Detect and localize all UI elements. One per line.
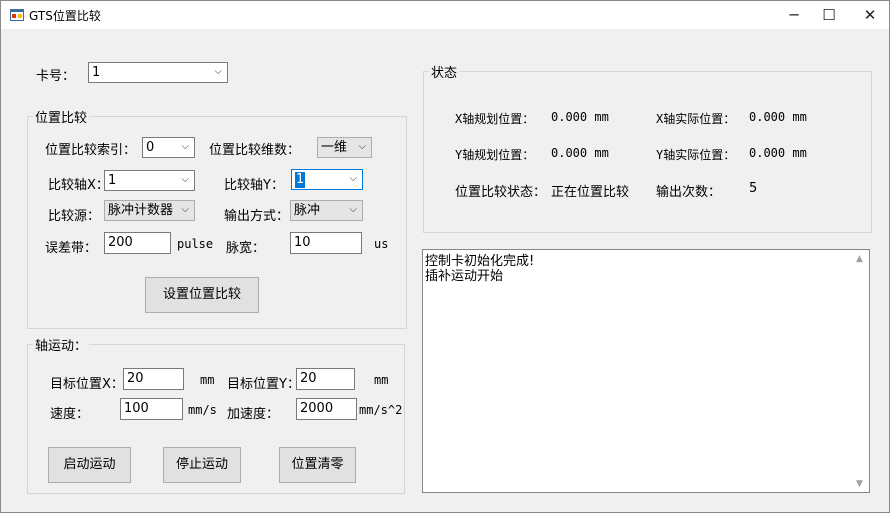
compare-output-value: 脉冲 bbox=[294, 203, 321, 218]
speed-input[interactable]: 100 bbox=[120, 398, 183, 420]
pulse-width-label: 脉宽： bbox=[226, 241, 266, 256]
target-y-unit: mm bbox=[374, 373, 389, 387]
error-band-input[interactable]: 200 bbox=[104, 232, 171, 254]
log-textbox[interactable]: 控制卡初始化完成! 插补运动开始 ▲ ▼ bbox=[422, 249, 870, 493]
acceleration-value: 2000 bbox=[300, 401, 334, 416]
card-select-value: 1 bbox=[92, 65, 101, 80]
output-count-label: 输出次数： bbox=[656, 185, 722, 200]
compare-axis-y-label: 比较轴Y： bbox=[224, 178, 284, 193]
chevron-down-icon: ⌵ bbox=[358, 141, 366, 152]
log-line: 控制卡初始化完成! bbox=[425, 254, 535, 269]
chevron-down-icon: ⌵ bbox=[181, 204, 189, 215]
log-line: 插补运动开始 bbox=[425, 269, 504, 284]
close-button[interactable]: ✕ bbox=[853, 1, 887, 29]
speed-label: 速度： bbox=[50, 407, 90, 422]
compare-index-value: 0 bbox=[146, 140, 155, 155]
target-y-label: 目标位置Y： bbox=[227, 377, 300, 392]
status-group-title: 状态 bbox=[429, 62, 460, 81]
card-select[interactable]: 1 ⌵ bbox=[88, 62, 228, 83]
set-compare-button[interactable]: 设置位置比较 bbox=[145, 277, 259, 313]
target-y-value: 20 bbox=[300, 371, 317, 386]
error-band-value: 200 bbox=[108, 235, 133, 250]
x-plan-label: X轴规划位置： bbox=[455, 112, 535, 126]
compare-state-value: 正在位置比较 bbox=[551, 185, 630, 200]
target-x-input[interactable]: 20 bbox=[123, 368, 184, 390]
compare-source-value: 脉冲计数器 bbox=[108, 203, 174, 218]
compare-source-label: 比较源： bbox=[48, 209, 101, 224]
motion-group-title: 轴运动： bbox=[33, 335, 90, 354]
zero-position-button[interactable]: 位置清零 bbox=[279, 447, 356, 483]
compare-dim-select[interactable]: 一维 ⌵ bbox=[317, 137, 372, 158]
compare-output-select[interactable]: 脉冲 ⌵ bbox=[290, 200, 363, 221]
acceleration-unit: mm/s^2 bbox=[359, 403, 403, 417]
stop-motion-button[interactable]: 停止运动 bbox=[163, 447, 241, 483]
error-band-label: 误差带： bbox=[45, 241, 98, 256]
speed-unit: mm/s bbox=[188, 403, 217, 417]
compare-source-select[interactable]: 脉冲计数器 ⌵ bbox=[104, 200, 195, 221]
maximize-button[interactable]: ☐ bbox=[812, 1, 846, 29]
title-bar: GTS位置比较 ─ ☐ ✕ bbox=[1, 1, 889, 29]
pulse-width-input[interactable]: 10 bbox=[290, 232, 362, 254]
y-plan-label: Y轴规划位置： bbox=[455, 148, 535, 162]
x-actual-label: X轴实际位置： bbox=[656, 112, 736, 126]
start-motion-button[interactable]: 启动运动 bbox=[48, 447, 131, 483]
x-plan-value: 0.000 mm bbox=[551, 110, 609, 124]
compare-axis-x-label: 比较轴X： bbox=[48, 178, 109, 193]
acceleration-input[interactable]: 2000 bbox=[296, 398, 357, 420]
scroll-down-icon[interactable]: ▼ bbox=[856, 479, 863, 489]
target-x-label: 目标位置X： bbox=[50, 377, 124, 392]
pulse-width-unit: us bbox=[374, 237, 389, 251]
chevron-down-icon: ⌵ bbox=[181, 141, 189, 152]
compare-index-select[interactable]: 0 ⌵ bbox=[142, 137, 195, 158]
output-count-value: 5 bbox=[749, 181, 758, 196]
compare-axis-x-value: 1 bbox=[108, 173, 117, 188]
scroll-up-icon[interactable]: ▲ bbox=[856, 254, 863, 264]
compare-axis-x-select[interactable]: 1 ⌵ bbox=[104, 170, 195, 191]
log-scrollbar[interactable]: ▲ ▼ bbox=[852, 250, 869, 492]
chevron-down-icon: ⌵ bbox=[181, 174, 189, 185]
compare-axis-y-value: 1 bbox=[295, 172, 306, 188]
main-window: GTS位置比较 ─ ☐ ✕ 卡号： 1 ⌵ 位置比较 位置比较索引： 0 ⌵ 位… bbox=[0, 0, 890, 513]
pulse-width-value: 10 bbox=[294, 235, 311, 250]
compare-dim-value: 一维 bbox=[321, 140, 348, 155]
window-title: GTS位置比较 bbox=[29, 9, 101, 23]
y-actual-label: Y轴实际位置： bbox=[656, 148, 736, 162]
compare-output-label: 输出方式： bbox=[224, 209, 290, 224]
speed-value: 100 bbox=[124, 401, 149, 416]
chevron-down-icon: ⌵ bbox=[349, 173, 357, 184]
y-actual-value: 0.000 mm bbox=[749, 146, 807, 160]
target-x-unit: mm bbox=[200, 373, 215, 387]
y-plan-value: 0.000 mm bbox=[551, 146, 609, 160]
compare-dim-label: 位置比较维数： bbox=[209, 143, 301, 158]
compare-axis-y-select[interactable]: 1 ⌵ bbox=[291, 169, 363, 190]
compare-state-label: 位置比较状态： bbox=[455, 185, 547, 200]
compare-group-title: 位置比较 bbox=[33, 107, 90, 126]
target-x-value: 20 bbox=[127, 371, 144, 386]
error-band-unit: pulse bbox=[177, 237, 214, 251]
x-actual-value: 0.000 mm bbox=[749, 110, 807, 124]
minimize-button[interactable]: ─ bbox=[777, 1, 811, 29]
card-label: 卡号： bbox=[36, 69, 76, 84]
chevron-down-icon: ⌵ bbox=[349, 204, 357, 215]
compare-index-label: 位置比较索引： bbox=[45, 143, 137, 158]
target-y-input[interactable]: 20 bbox=[296, 368, 355, 390]
acceleration-label: 加速度： bbox=[227, 407, 280, 422]
app-icon bbox=[10, 9, 24, 21]
chevron-down-icon: ⌵ bbox=[214, 66, 222, 77]
